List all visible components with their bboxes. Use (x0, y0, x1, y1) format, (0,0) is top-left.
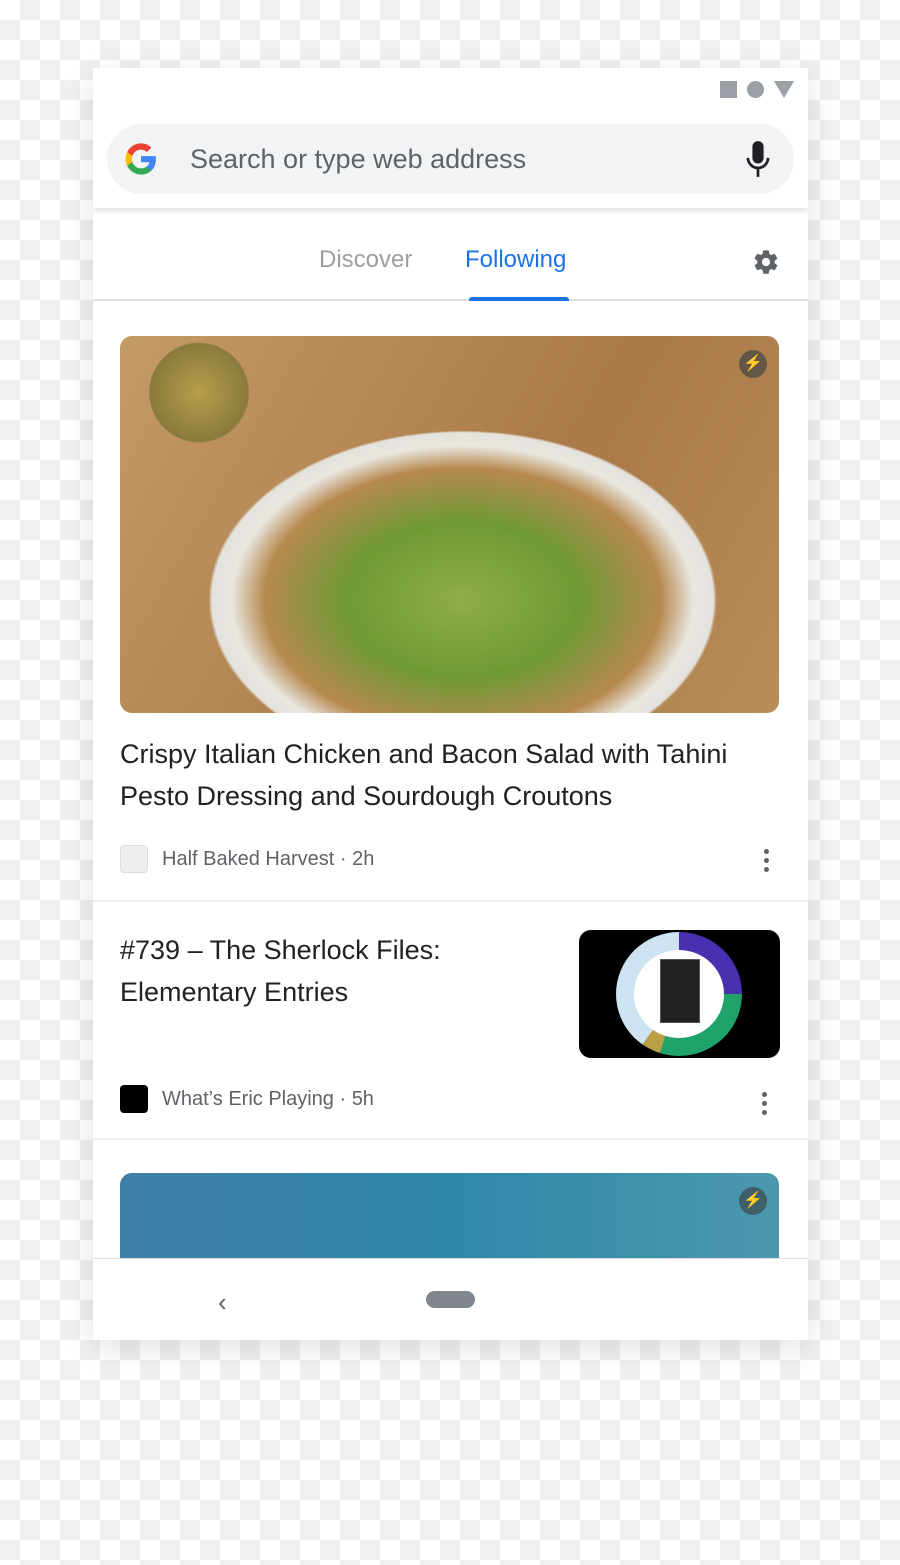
sherlock-article-image[interactable] (579, 930, 780, 1058)
active-tab-indicator (469, 297, 569, 301)
article-title[interactable]: #739 – The Sherlock Files: Elementary En… (120, 929, 480, 1013)
gear-icon[interactable] (752, 248, 780, 276)
amp-bolt-icon: ⚡ (739, 350, 767, 378)
google-g-icon (125, 143, 156, 175)
phone-screen: Search or type web address Discover Foll… (93, 68, 808, 1340)
tab-following[interactable]: Following (465, 246, 566, 274)
status-bar (720, 81, 794, 98)
tab-discover[interactable]: Discover (319, 246, 412, 274)
book-cover-graphic (660, 959, 700, 1023)
card-divider (93, 1138, 808, 1140)
half-baked-harvest-favicon (120, 845, 148, 873)
source-label: Half Baked Harvest · 2h (162, 847, 375, 870)
amp-bolt-icon: ⚡ (739, 1187, 767, 1215)
article-source: Half Baked Harvest · 2h (120, 845, 374, 873)
feed-tabs: Discover Following (93, 208, 808, 301)
status-square-icon (720, 81, 737, 98)
article-title[interactable]: Crispy Italian Chicken and Bacon Salad w… (120, 733, 760, 817)
search-bar[interactable]: Search or type web address (107, 124, 794, 194)
whats-eric-playing-favicon (120, 1085, 148, 1113)
more-vert-icon[interactable] (762, 1092, 768, 1115)
back-icon[interactable]: ‹ (218, 1287, 227, 1318)
article-source: What’s Eric Playing · 5h (120, 1085, 374, 1113)
top-bar: Search or type web address (93, 68, 808, 208)
more-vert-icon[interactable] (764, 849, 770, 872)
mic-icon[interactable] (744, 140, 772, 178)
status-circle-icon (747, 81, 764, 98)
system-nav-bar: ‹ (93, 1258, 808, 1340)
salad-article-image[interactable]: ⚡ (120, 336, 779, 713)
card-divider (93, 900, 808, 902)
search-input[interactable]: Search or type web address (190, 144, 744, 175)
source-label: What’s Eric Playing · 5h (162, 1087, 374, 1110)
home-pill-icon[interactable] (426, 1291, 475, 1308)
status-triangle-icon (774, 81, 794, 98)
